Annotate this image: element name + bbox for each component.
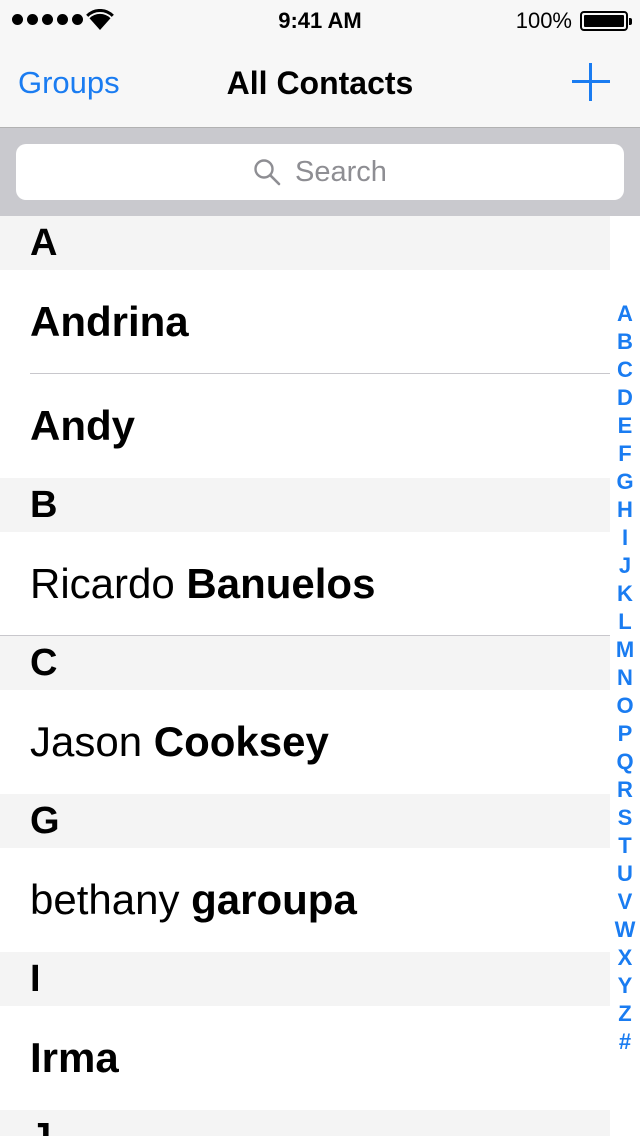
contact-row[interactable]: Ricardo Banuelos xyxy=(0,532,610,636)
plus-icon[interactable] xyxy=(572,63,610,101)
index-letter[interactable]: N xyxy=(610,664,640,692)
contact-row[interactable]: bethany garoupa xyxy=(0,848,610,952)
status-bar: 9:41 AM 100% xyxy=(0,0,640,40)
index-letter[interactable]: # xyxy=(610,1028,640,1056)
index-letter[interactable]: S xyxy=(610,804,640,832)
contact-last-name: Cooksey xyxy=(153,718,329,765)
index-letter[interactable]: Y xyxy=(610,972,640,1000)
index-letter[interactable]: Q xyxy=(610,748,640,776)
index-letter[interactable]: R xyxy=(610,776,640,804)
contact-name: Andrina xyxy=(30,298,189,345)
contacts-list[interactable]: A Andrina Andy B Ricardo Banuelos C Jaso… xyxy=(0,216,610,1136)
navigation-bar: Groups All Contacts xyxy=(0,40,640,128)
section-header: G xyxy=(0,794,610,848)
index-letter[interactable]: I xyxy=(610,524,640,552)
section-index[interactable]: A B C D E F G H I J K L M N O P Q R S T U V W X Y Z # xyxy=(610,300,640,1056)
index-letter[interactable]: O xyxy=(610,692,640,720)
index-letter[interactable]: M xyxy=(610,636,640,664)
search-input[interactable]: Search xyxy=(16,144,624,200)
index-letter[interactable]: G xyxy=(610,468,640,496)
index-letter[interactable]: H xyxy=(610,496,640,524)
contact-last-name: Banuelos xyxy=(186,560,376,607)
index-letter[interactable]: T xyxy=(610,832,640,860)
section-header: J xyxy=(0,1110,610,1136)
index-letter[interactable]: C xyxy=(610,356,640,384)
contact-first-name: bethany xyxy=(30,876,180,923)
index-letter[interactable]: V xyxy=(610,888,640,916)
contact-row[interactable]: Andy xyxy=(0,374,610,478)
index-letter[interactable]: L xyxy=(610,608,640,636)
section-header: B xyxy=(0,478,610,532)
index-letter[interactable]: A xyxy=(610,300,640,328)
contact-row[interactable]: Jason Cooksey xyxy=(0,690,610,794)
index-letter[interactable]: B xyxy=(610,328,640,356)
index-letter[interactable]: W xyxy=(610,916,640,944)
index-letter[interactable]: Z xyxy=(610,1000,640,1028)
index-letter[interactable]: U xyxy=(610,860,640,888)
section-header: A xyxy=(0,216,610,270)
index-letter[interactable]: P xyxy=(610,720,640,748)
index-letter[interactable]: X xyxy=(610,944,640,972)
index-letter[interactable]: D xyxy=(610,384,640,412)
section-header: I xyxy=(0,952,610,1006)
contact-name: Irma xyxy=(30,1034,119,1081)
contact-last-name: garoupa xyxy=(191,876,357,923)
contact-name: Andy xyxy=(30,402,135,449)
contact-first-name: Ricardo xyxy=(30,560,175,607)
battery-percentage: 100% xyxy=(515,8,572,33)
contact-row[interactable]: Andrina xyxy=(0,270,610,374)
page-title: All Contacts xyxy=(226,65,414,101)
contact-first-name: Jason xyxy=(30,718,143,765)
search-placeholder: Search xyxy=(295,155,387,188)
search-bar: Search xyxy=(0,128,640,216)
contact-row[interactable]: Irma xyxy=(0,1006,610,1110)
index-letter[interactable]: F xyxy=(610,440,640,468)
section-header: C xyxy=(0,636,610,690)
search-icon xyxy=(254,159,281,186)
battery-icon xyxy=(580,11,632,31)
index-letter[interactable]: E xyxy=(610,412,640,440)
index-letter[interactable]: J xyxy=(610,552,640,580)
index-letter[interactable]: K xyxy=(610,580,640,608)
